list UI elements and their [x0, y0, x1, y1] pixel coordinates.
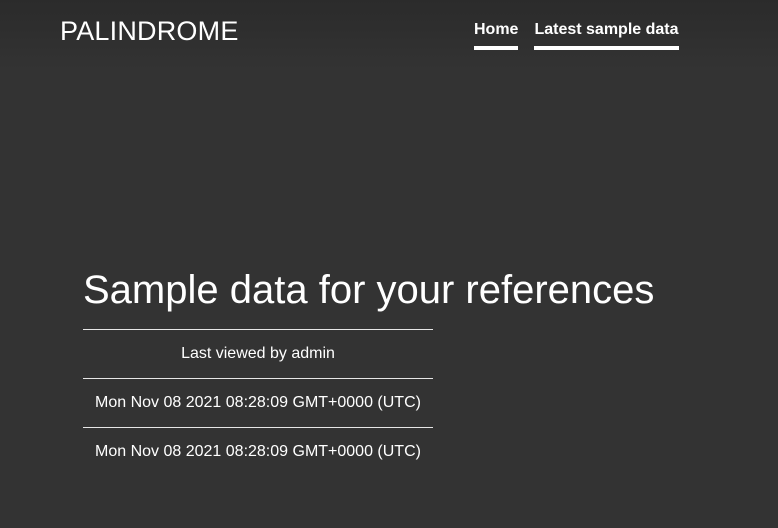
table-row: Mon Nov 08 2021 08:28:09 GMT+0000 (UTC)	[83, 428, 433, 477]
table-row: Mon Nov 08 2021 08:28:09 GMT+0000 (UTC)	[83, 378, 433, 428]
sample-data-table: Last viewed by admin Mon Nov 08 2021 08:…	[83, 329, 433, 476]
table-row: Last viewed by admin	[83, 329, 433, 379]
timestamp-cell: Mon Nov 08 2021 08:28:09 GMT+0000 (UTC)	[83, 378, 433, 428]
nav-latest-sample-data-link[interactable]: Latest sample data	[534, 20, 679, 50]
site-brand[interactable]: PALINDROME	[60, 15, 239, 47]
timestamp-cell: Mon Nov 08 2021 08:28:09 GMT+0000 (UTC)	[95, 443, 421, 460]
page-title: Sample data for your references	[83, 268, 655, 312]
main-nav: Home Latest sample data	[474, 20, 679, 50]
last-viewed-cell: Last viewed by admin	[83, 329, 433, 379]
nav-home-link[interactable]: Home	[474, 20, 519, 50]
